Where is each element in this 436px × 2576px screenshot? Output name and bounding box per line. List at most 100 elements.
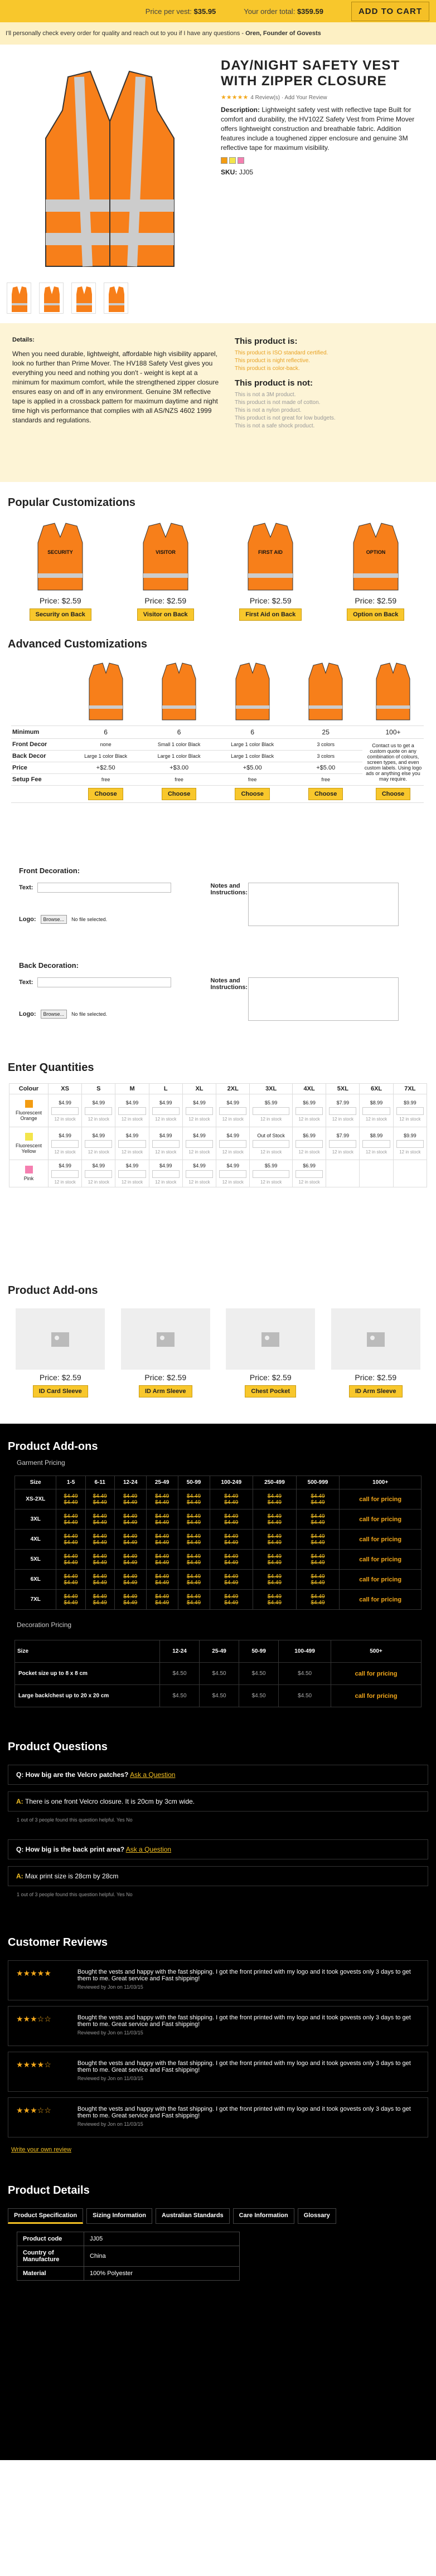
addon-card: Price: $2.59 Chest Pocket [226,1308,316,1397]
col-header: S [81,1083,116,1094]
col-header: Size [14,1640,160,1663]
row-label: Setup Fee [11,773,69,786]
col-header: 50-99 [177,1476,210,1489]
tab-product-specification[interactable]: Product Specification [8,2208,84,2224]
qty-input[interactable] [396,1107,424,1115]
thumbnail[interactable] [39,283,64,314]
qty-input[interactable] [295,1170,323,1178]
dark-section: Product Add-ons Garment Pricing Size 1-5 6… [0,1424,436,2460]
choose-button[interactable]: Choose [375,788,411,800]
qty-input[interactable] [329,1140,357,1148]
qty-input[interactable] [329,1107,357,1115]
ask-question-link[interactable]: Ask a Question [126,1845,171,1853]
qty-input[interactable] [51,1107,79,1115]
thumbnail[interactable] [104,283,128,314]
cell: free [69,773,143,786]
tab-glossary[interactable]: Glossary [297,2208,336,2224]
review: ★★★☆☆ Bought the vests and happy with the… [8,2097,428,2137]
ask-question-link[interactable]: Ask a Question [130,1771,175,1779]
write-review-link[interactable]: Write your own review [0,2143,436,2156]
id-arm-sleeve-button[interactable]: ID Arm Sleeve [138,1385,192,1397]
qty-input[interactable] [396,1140,424,1148]
qty-input[interactable] [362,1107,390,1115]
choose-button[interactable]: Choose [235,788,270,800]
visitor-on-back-button[interactable]: Visitor on Back [137,608,194,621]
garment-pricing-table: Size 1-5 6-11 12-24 25-49 50-99 100-249 250-499… [14,1476,422,1610]
tab-care-information[interactable]: Care Information [232,2208,294,2224]
call-for-pricing: call for pricing [331,1662,422,1685]
col-header: XS [47,1083,83,1094]
price: $4.49 [155,1559,169,1566]
old-price: $4.49 [155,1493,169,1499]
add-to-cart-button[interactable]: ADD TO CART [351,1,429,21]
browse-button[interactable]: Browse... [40,915,67,924]
id-card-sleeve-button[interactable]: ID Card Sleeve [32,1385,88,1397]
qty-input[interactable] [185,1140,214,1148]
choose-button[interactable]: Choose [308,788,343,800]
qty-input[interactable] [185,1170,214,1178]
product-image[interactable] [7,55,213,279]
swatch-orange[interactable] [221,157,227,164]
size-label: 3XL [14,1509,57,1530]
stock: 12 in stock [88,1179,109,1185]
vest-text: FIRST AID [258,549,283,555]
notes-textarea[interactable] [248,883,399,926]
qty-input[interactable] [295,1140,323,1148]
qty-input[interactable] [253,1170,289,1178]
tab-sizing-information[interactable]: Sizing Information [86,2208,153,2224]
qty-input[interactable] [219,1107,247,1115]
thumbnail[interactable] [71,283,96,314]
qty-input[interactable] [118,1107,146,1115]
qty-input[interactable] [118,1140,146,1148]
option-on-back-button[interactable]: Option on Back [347,608,405,621]
text-input[interactable] [37,977,172,987]
qty-input[interactable] [185,1107,214,1115]
choose-button[interactable]: Choose [88,788,123,800]
browse-button[interactable]: Browse... [40,1010,67,1019]
qty-input[interactable] [85,1170,113,1178]
qty-input[interactable] [219,1140,247,1148]
qty-input[interactable] [51,1140,79,1148]
color-swatch [25,1100,33,1108]
security-on-back-button[interactable]: Security on Back [29,608,91,621]
qty-input[interactable] [219,1170,247,1178]
qty-input[interactable] [362,1140,390,1148]
col-header: Colour [9,1083,49,1094]
col-header: 2XL [216,1083,250,1094]
qty-input[interactable] [85,1107,113,1115]
thumbnail[interactable] [7,283,31,314]
section-title: Product Questions [8,1741,108,1753]
qty-cell: $8.99 12 in stock [359,1094,394,1127]
qty-cell: $5.99 12 in stock [249,1160,293,1187]
id-arm-sleeve-button[interactable]: ID Arm Sleeve [348,1385,403,1397]
table-row: Pink $4.99 12 in stock $4.99 12 in stock $4.9… [9,1160,428,1187]
qty-input[interactable] [152,1107,180,1115]
swatch-pink[interactable] [238,157,244,164]
review-author: Reviewed by Jon on 11/03/15 [77,2030,143,2036]
tab-australian-standards[interactable]: Australian Standards [156,2208,230,2224]
notes-textarea[interactable] [248,977,399,1021]
chest-pocket-button[interactable]: Chest Pocket [245,1385,297,1397]
qty-input[interactable] [253,1107,289,1115]
first-aid-on-back-button[interactable]: First Aid on Back [239,608,302,621]
qty-input[interactable] [295,1107,323,1115]
qty-cell: $7.99 12 in stock [326,1094,360,1127]
qty-input[interactable] [152,1140,180,1148]
qty-cell: $4.99 12 in stock [216,1094,250,1127]
old-price: $4.49 [64,1593,78,1600]
swatch-yellow[interactable] [229,157,236,164]
qty-input[interactable] [85,1140,113,1148]
rating-stars[interactable]: ★★★★★ 4 Review(s) · Add Your Review [221,94,422,101]
spec-value: JJ05 [84,2232,240,2246]
text-input[interactable] [37,883,172,893]
qty-input[interactable] [118,1170,146,1178]
qty-cell: $6.99 12 in stock [292,1127,327,1160]
choose-button[interactable]: Choose [161,788,197,800]
founder-message: I'll personally check every order for qu… [0,22,436,45]
qty-input[interactable] [253,1140,289,1148]
qty-input[interactable] [152,1170,180,1178]
text-label: Text: [19,979,33,986]
cell: Large 1 color Black [69,750,143,762]
logo-label: Logo: [19,1011,36,1017]
qty-input[interactable] [51,1170,79,1178]
